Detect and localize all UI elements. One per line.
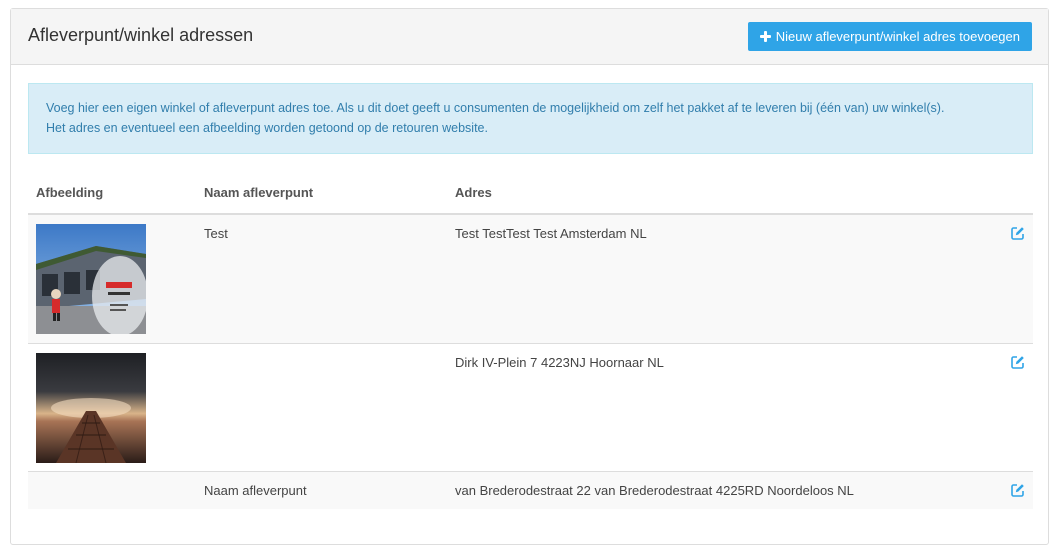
pier-photo — [36, 353, 146, 463]
page-title: Afleverpunt/winkel adressen — [28, 25, 254, 45]
addresses-table: Afbeelding Naam afleverpunt Adres Test T… — [28, 173, 1033, 509]
info-alert-line-2: Het adres en eventueel een afbeelding wo… — [46, 121, 488, 135]
row-name: Test — [204, 226, 228, 241]
column-header-name: Naam afleverpunt — [204, 185, 314, 200]
edit-icon[interactable] — [1011, 483, 1025, 497]
plus-icon — [759, 31, 771, 42]
add-address-button[interactable]: Nieuw afleverpunt/winkel adres toevoegen — [747, 22, 1032, 51]
column-header-address: Adres — [455, 185, 492, 200]
info-alert-line-1: Voeg hier een eigen winkel of afleverpun… — [46, 101, 945, 115]
addresses-panel: Afleverpunt/winkel adressen Nieuw afleve… — [10, 8, 1049, 545]
row-name: Naam afleverpunt — [204, 483, 307, 498]
row-address: Dirk IV-Plein 7 4223NJ Hoornaar NL — [455, 355, 664, 370]
store-photo — [36, 224, 146, 334]
edit-icon[interactable] — [1011, 355, 1025, 369]
row-address: Test TestTest Test Amsterdam NL — [455, 226, 647, 241]
info-alert: Voeg hier een eigen winkel of afleverpun… — [28, 83, 1033, 154]
table-header: Afbeelding Naam afleverpunt Adres — [28, 173, 1033, 215]
table-row: Naam afleverpunt van Brederodestraat 22 … — [28, 472, 1033, 509]
column-header-image: Afbeelding — [36, 185, 104, 200]
edit-icon[interactable] — [1011, 226, 1025, 240]
table-row: Test Test TestTest Test Amsterdam NL — [28, 215, 1033, 344]
row-address: van Brederodestraat 22 van Brederodestra… — [455, 483, 854, 498]
table-row: Dirk IV-Plein 7 4223NJ Hoornaar NL — [28, 344, 1033, 472]
panel-heading: Afleverpunt/winkel adressen Nieuw afleve… — [11, 9, 1048, 65]
add-address-button-label: Nieuw afleverpunt/winkel adres toevoegen — [775, 29, 1020, 44]
